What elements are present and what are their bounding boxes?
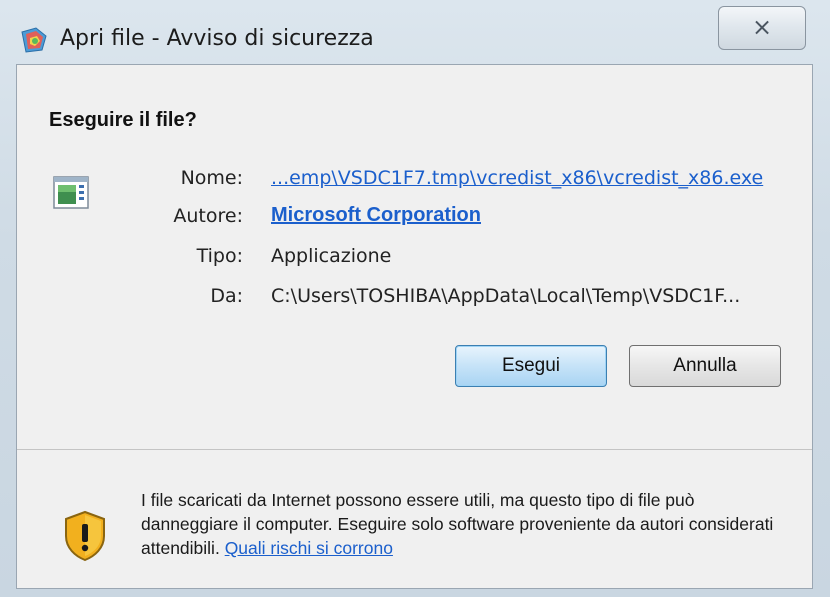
cancel-button[interactable]: Annulla	[629, 345, 781, 387]
author-label: Autore:	[173, 205, 243, 227]
file-name-link[interactable]: ...emp\VSDC1F7.tmp\vcredist_x86\vcredist…	[271, 167, 763, 189]
warning-footer: I file scaricati da Internet possono ess…	[17, 450, 812, 588]
type-label: Tipo:	[196, 245, 243, 267]
security-warning-window: Apri file - Avviso di sicurezza ⨯ Esegui…	[0, 0, 830, 597]
risk-info-link[interactable]: Quali rischi si corrono	[225, 538, 393, 558]
warning-shield-icon	[65, 510, 105, 562]
from-value: C:\Users\TOSHIBA\AppData\Local\Temp\VSDC…	[271, 285, 741, 307]
warning-message: I file scaricati da Internet possono ess…	[141, 488, 781, 560]
close-button[interactable]: ⨯	[718, 6, 806, 50]
author-link[interactable]: Microsoft Corporation	[271, 204, 481, 227]
run-button[interactable]: Esegui	[455, 345, 607, 387]
name-label: Nome:	[180, 167, 243, 189]
dialog-content: Eseguire il file? Nome: ...emp\VSDC1F7.t…	[16, 64, 813, 589]
dialog-question: Eseguire il file?	[49, 109, 197, 131]
title-bar[interactable]: Apri file - Avviso di sicurezza ⨯	[0, 0, 830, 64]
security-shield-icon	[21, 27, 47, 53]
window-title: Apri file - Avviso di sicurezza	[60, 26, 374, 51]
from-label: Da:	[210, 285, 243, 307]
type-value: Applicazione	[271, 245, 392, 267]
close-icon: ⨯	[751, 13, 773, 41]
